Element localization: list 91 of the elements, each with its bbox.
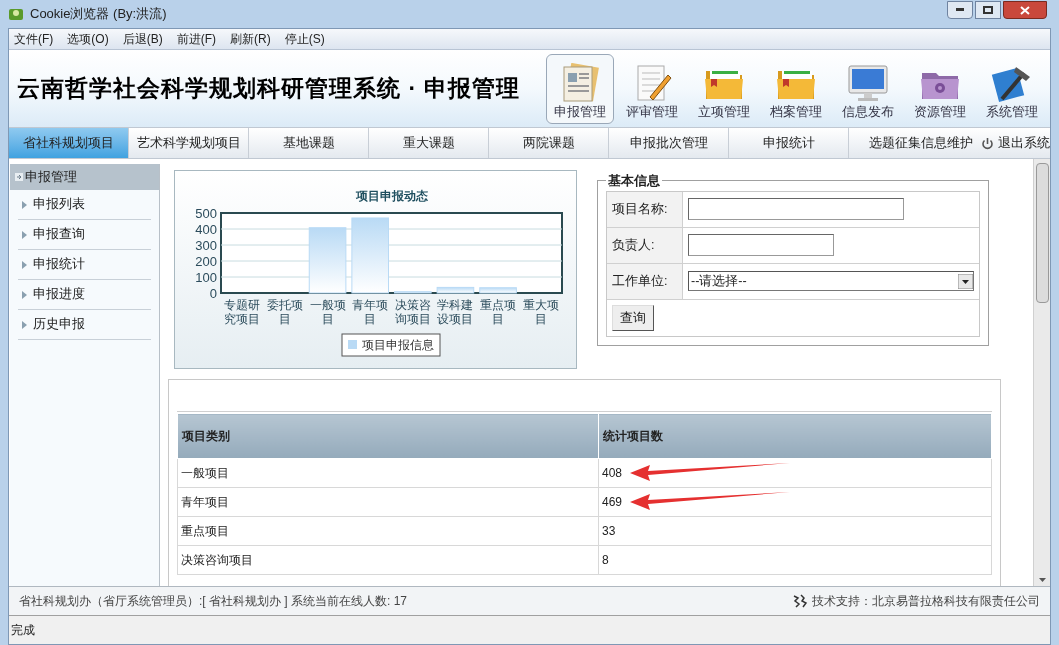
- triangle-icon: [22, 260, 27, 269]
- close-button[interactable]: [1003, 1, 1047, 19]
- field-label: 工作单位:: [607, 263, 683, 299]
- text-field[interactable]: [688, 234, 834, 256]
- search-button[interactable]: 查询: [612, 304, 654, 331]
- table-cell: 8: [598, 545, 992, 575]
- user-info: 省社科规划办（省厅系统管理员）:[ 省社科规划办 ] 系统当前在线人数: 17: [19, 593, 408, 610]
- maximize-button[interactable]: [975, 1, 1001, 19]
- x-axis-label: 一般项目: [309, 298, 346, 326]
- nav-tab[interactable]: 省社科规划项目: [9, 128, 129, 158]
- menu-item[interactable]: 选项(O): [67, 30, 109, 48]
- close-icon: [1020, 5, 1030, 15]
- bar: [479, 287, 517, 294]
- power-icon: [981, 136, 994, 150]
- table-cell: 469: [598, 487, 992, 517]
- bar: [394, 291, 432, 294]
- y-tick-label: 200: [195, 254, 217, 269]
- y-tick-label: 500: [195, 206, 217, 221]
- sidebar-item[interactable]: 申报查询: [18, 220, 151, 250]
- minimize-icon: [956, 8, 964, 12]
- nav-tab[interactable]: 申报批次管理: [609, 128, 729, 158]
- search-legend: 基本信息: [606, 171, 662, 191]
- unit-select[interactable]: --请选择--: [688, 271, 974, 291]
- monitor-icon: [846, 62, 890, 103]
- sidebar-item[interactable]: 申报列表: [18, 190, 151, 220]
- module-button[interactable]: 档案管理: [762, 53, 830, 124]
- dropdown-icon: [958, 273, 973, 289]
- nav-tab[interactable]: 两院课题: [489, 128, 609, 158]
- status-text: 完成: [11, 622, 35, 639]
- module-button[interactable]: 信息发布: [834, 53, 902, 124]
- chart-title: 项目申报动态: [355, 189, 428, 203]
- system-title: 云南哲学社会科学规划科研管理系统 · 申报管理: [17, 74, 521, 104]
- sidebar-item[interactable]: 申报统计: [18, 250, 151, 280]
- table-cell: 408: [598, 458, 992, 488]
- y-tick-label: 100: [195, 270, 217, 285]
- y-tick-label: 400: [195, 222, 217, 237]
- table-cell: 青年项目: [177, 487, 599, 517]
- module-button[interactable]: 申报管理: [546, 53, 614, 124]
- company-logo: [792, 593, 808, 609]
- x-axis-label: 重大项目: [522, 298, 559, 326]
- table-cell: 一般项目: [177, 458, 599, 488]
- app-icon: [8, 6, 24, 22]
- sidebar-heading: 申报管理: [10, 164, 159, 190]
- table-cell: 33: [598, 516, 992, 546]
- field-label: 项目名称:: [607, 191, 683, 227]
- module-button[interactable]: 系统管理: [978, 53, 1046, 124]
- x-axis-label: 专题研究项目: [224, 298, 261, 326]
- x-axis-label: 学科建设项目: [437, 298, 474, 326]
- scroll-down-icon[interactable]: [1038, 578, 1046, 582]
- x-axis-label: 委托项目: [266, 298, 303, 326]
- nav-tab[interactable]: 申报统计: [729, 128, 849, 158]
- triangle-icon: [22, 230, 27, 239]
- text-field[interactable]: [688, 198, 904, 220]
- legend-label: 项目申报信息: [362, 338, 434, 352]
- menu-item[interactable]: 刷新(R): [230, 30, 271, 48]
- menu-item[interactable]: 文件(F): [14, 30, 54, 48]
- scrollbar-thumb[interactable]: [1035, 162, 1049, 303]
- logout-button[interactable]: 退出系统: [977, 128, 1050, 158]
- table-cell: 重点项目: [177, 516, 599, 546]
- triangle-icon: [22, 320, 27, 329]
- nav-tab[interactable]: 选题征集信息维护: [849, 128, 977, 158]
- maximize-icon: [983, 6, 993, 14]
- sidebar-item[interactable]: 申报进度: [18, 280, 151, 310]
- nav-tab[interactable]: 基地课题: [249, 128, 369, 158]
- support-text: 技术支持：北京易普拉格科技有限责任公司: [812, 593, 1040, 610]
- module-button[interactable]: 立项管理: [690, 53, 758, 124]
- chart-legend: 项目申报信息: [341, 333, 441, 357]
- nav-tab[interactable]: 艺术科学规划项目: [129, 128, 249, 158]
- module-button[interactable]: 评审管理: [618, 53, 686, 124]
- bar: [436, 286, 475, 294]
- table-cell: 决策咨询项目: [177, 545, 599, 575]
- minimize-button[interactable]: [947, 1, 973, 19]
- column-header: 统计项目数: [598, 413, 992, 459]
- triangle-icon: [22, 290, 27, 299]
- module-button[interactable]: 资源管理: [906, 53, 974, 124]
- arrow-icon: [15, 173, 23, 181]
- menu-item[interactable]: 前进(F): [176, 30, 216, 48]
- y-tick-label: 0: [209, 286, 217, 301]
- x-axis-label: 重点项目: [480, 298, 517, 326]
- x-axis-label: 决策咨询项目: [394, 298, 431, 326]
- y-tick-label: 300: [195, 238, 217, 253]
- bar: [308, 227, 347, 294]
- x-axis-label: 青年项目: [352, 298, 389, 326]
- window-title: Cookie浏览器 (By:洪流): [30, 5, 168, 24]
- triangle-icon: [22, 200, 27, 209]
- menu-item[interactable]: 停止(S): [284, 30, 325, 48]
- field-label: 负责人:: [607, 227, 683, 263]
- menu-item[interactable]: 后退(B): [122, 30, 163, 48]
- nav-tab[interactable]: 重大课题: [369, 128, 489, 158]
- sidebar-item[interactable]: 历史申报: [18, 310, 151, 340]
- column-header: 项目类别: [177, 413, 599, 459]
